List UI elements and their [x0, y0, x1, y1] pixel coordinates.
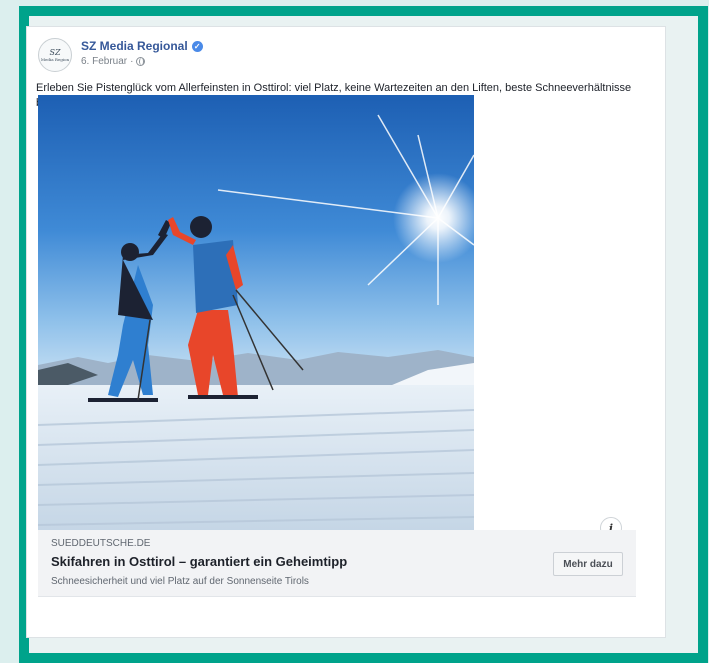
avatar-logo-text: SZ	[49, 47, 61, 57]
mehr-dazu-button[interactable]: Mehr dazu	[553, 552, 623, 576]
verified-badge-icon: ✓	[191, 40, 203, 52]
page-name[interactable]: SZ Media Regional	[81, 39, 188, 53]
ad-photo[interactable]	[38, 95, 474, 530]
post-date[interactable]: 6. Februar	[81, 56, 127, 67]
link-description: Schneesicherheit und viel Platz auf der …	[51, 576, 309, 587]
page-avatar[interactable]: SZ Media Region	[38, 38, 72, 72]
meta-separator: ·	[130, 56, 134, 67]
link-preview[interactable]: SUEDDEUTSCHE.DE Skifahren in Osttirol – …	[38, 530, 636, 597]
avatar-logo-subtext: Media Region	[40, 56, 70, 62]
page-name-link[interactable]: SZ Media Regional ✓	[81, 39, 203, 53]
post-meta: 6. Februar ·	[81, 56, 146, 67]
link-headline[interactable]: Skifahren in Osttirol – garantiert ein G…	[51, 554, 347, 569]
link-domain: SUEDDEUTSCHE.DE	[51, 538, 151, 549]
globe-icon[interactable]	[136, 57, 146, 66]
